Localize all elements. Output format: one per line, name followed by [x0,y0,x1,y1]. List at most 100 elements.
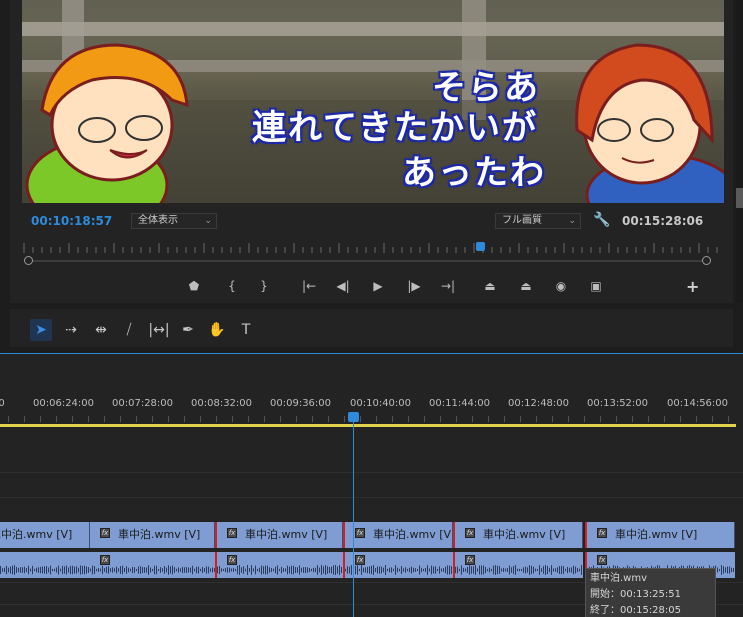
scroll-bar-start-handle[interactable] [24,256,33,265]
timeline-tick-label: 00:07:28:00 [112,398,174,409]
timeline-tick [488,416,489,422]
fx-badge-icon[interactable]: fx [227,528,237,538]
fx-badge-icon[interactable]: fx [355,528,365,538]
video-clip[interactable]: fx 車中泊.wmv [V] [453,522,583,548]
play-icon[interactable]: ▶ [368,276,388,296]
audio-waveform [90,565,215,575]
clip-label: 車中泊.wmv [V] [615,528,698,541]
mark-in-icon[interactable]: { [222,276,242,296]
timeline-tick [24,416,25,422]
audio-waveform [345,565,452,575]
timeline-tick [440,416,441,422]
video-clip[interactable]: fx 車中泊.wmv [V] [585,522,735,548]
audio-clip[interactable]: fx [343,552,453,578]
timeline-tick [328,416,329,422]
clip-label: 車中泊.wmv [V] [245,528,328,541]
timeline-tick [280,416,281,422]
selection-tool-icon[interactable]: ➤ [30,319,52,341]
timeline-tick [152,416,153,422]
audio-clip[interactable]: fx [215,552,343,578]
panel-scrollbar[interactable] [736,0,743,303]
clip-label: 車中泊.wmv [V] [483,528,566,541]
timeline-tick [120,416,121,422]
hand-tool-icon[interactable]: ✋ [206,319,228,341]
extract-icon[interactable]: ⏏ [516,276,536,296]
timeline-playhead-line[interactable] [353,416,354,617]
button-editor-plus-icon[interactable]: + [686,277,699,296]
subtitle-line-3: あったわ [402,153,546,193]
tooltip-clip-name: 車中泊.wmv [590,573,648,584]
timeline-tick-label: 00:12:48:00 [508,398,570,409]
zoom-level-select[interactable]: 全体表示 ⌄ [131,213,217,229]
export-frame-icon[interactable]: ◉ [551,276,571,296]
monitor-time-ruler[interactable] [22,241,722,253]
playback-resolution-value: フル画質 [502,215,542,226]
timeline-tick [600,416,601,422]
clip-label: 車中泊.wmv [V] [118,528,201,541]
tooltip-end: 終了：00:15:28:05 [590,605,682,616]
timeline-tick [552,416,553,422]
go-to-out-icon[interactable]: →| [438,276,458,296]
clip-label: 車中泊.wmv [V] [0,528,73,541]
type-tool-icon[interactable]: T [235,319,257,341]
timeline-tick-label: 00:10:40:00 [350,398,412,409]
audio-waveform [455,565,582,575]
ripple-edit-tool-icon[interactable]: ⇹ [90,319,112,341]
mark-out-icon[interactable]: } [254,276,274,296]
audio-waveform [217,565,342,575]
timeline-tick [392,416,393,422]
pen-tool-icon[interactable]: ✒ [177,319,199,341]
tools-panel: ➤ ⇢ ⇹ ⧸ |↔| ✒ ✋ T [10,309,733,347]
slip-tool-icon[interactable]: |↔| [148,319,170,341]
program-monitor: そらあ 連れてきたかいが あったわ 00:10:18:57 全体表示 ⌄ フル画… [10,0,733,303]
fx-badge-icon[interactable]: fx [465,528,475,538]
timeline-tick [616,416,617,422]
timeline-tick [104,416,105,422]
chevron-down-icon: ⌄ [204,216,212,226]
go-to-in-icon[interactable]: |← [299,276,319,296]
timeline-tick [56,416,57,422]
playback-resolution-select[interactable]: フル画質 ⌄ [495,213,581,229]
timeline-tick [344,416,345,422]
timeline-playhead[interactable] [348,412,359,422]
video-clip[interactable]: 車中泊.wmv [V] [0,522,90,548]
timeline-tick-label: 00:06:24:00 [33,398,95,409]
lift-icon[interactable]: ⏏ [480,276,500,296]
audio-clip[interactable]: fx [90,552,215,578]
timeline-tick [200,416,201,422]
fx-badge-icon[interactable]: fx [100,528,110,538]
premiere-app: そらあ 連れてきたかいが あったわ 00:10:18:57 全体表示 ⌄ フル画… [0,0,743,617]
scroll-bar-end-handle[interactable] [702,256,711,265]
timeline-tick [376,416,377,422]
video-preview[interactable]: そらあ 連れてきたかいが あったわ [22,0,724,203]
timeline-tick [728,416,729,422]
video-clip[interactable]: fx 車中泊.wmv [V] [215,522,343,548]
current-timecode[interactable]: 00:10:18:57 [31,214,112,228]
step-back-icon[interactable]: ◀| [333,276,353,296]
step-forward-icon[interactable]: |▶ [404,276,424,296]
marker-icon[interactable]: ⬟ [184,276,204,296]
wrench-icon[interactable]: 🔧 [593,212,610,228]
track-select-tool-icon[interactable]: ⇢ [60,319,82,341]
timeline-tick-label: 00:08:32:00 [191,398,253,409]
video-clip[interactable]: fx 車中泊.wmv [V] [90,522,215,548]
audio-waveform [0,565,89,575]
clip-label: 車中泊.wmv [V] [373,528,453,541]
timeline-tick [408,416,409,422]
chevron-down-icon: ⌄ [568,216,576,226]
video-clip[interactable]: fx 車中泊.wmv [V] [343,522,453,548]
comparison-view-icon[interactable]: ▣ [586,276,606,296]
scrollbar-thumb[interactable] [736,188,743,208]
timeline-tick [424,416,425,422]
audio-clip[interactable] [0,552,90,578]
timeline-tick [536,416,537,422]
audio-clip[interactable]: fx [453,552,583,578]
timeline-tick-label: 00:11:44:00 [429,398,491,409]
razor-tool-icon[interactable]: ⧸ [118,319,140,341]
work-area-bar[interactable] [0,424,736,427]
fx-badge-icon[interactable]: fx [597,528,607,538]
timeline-time-ruler[interactable]: 00 00:06:24:00 00:07:28:00 00:08:32:00 00:09… [0,354,743,424]
monitor-playhead[interactable] [476,242,485,251]
timeline-tick [584,416,585,422]
zoom-scroll-bar[interactable] [31,260,705,262]
